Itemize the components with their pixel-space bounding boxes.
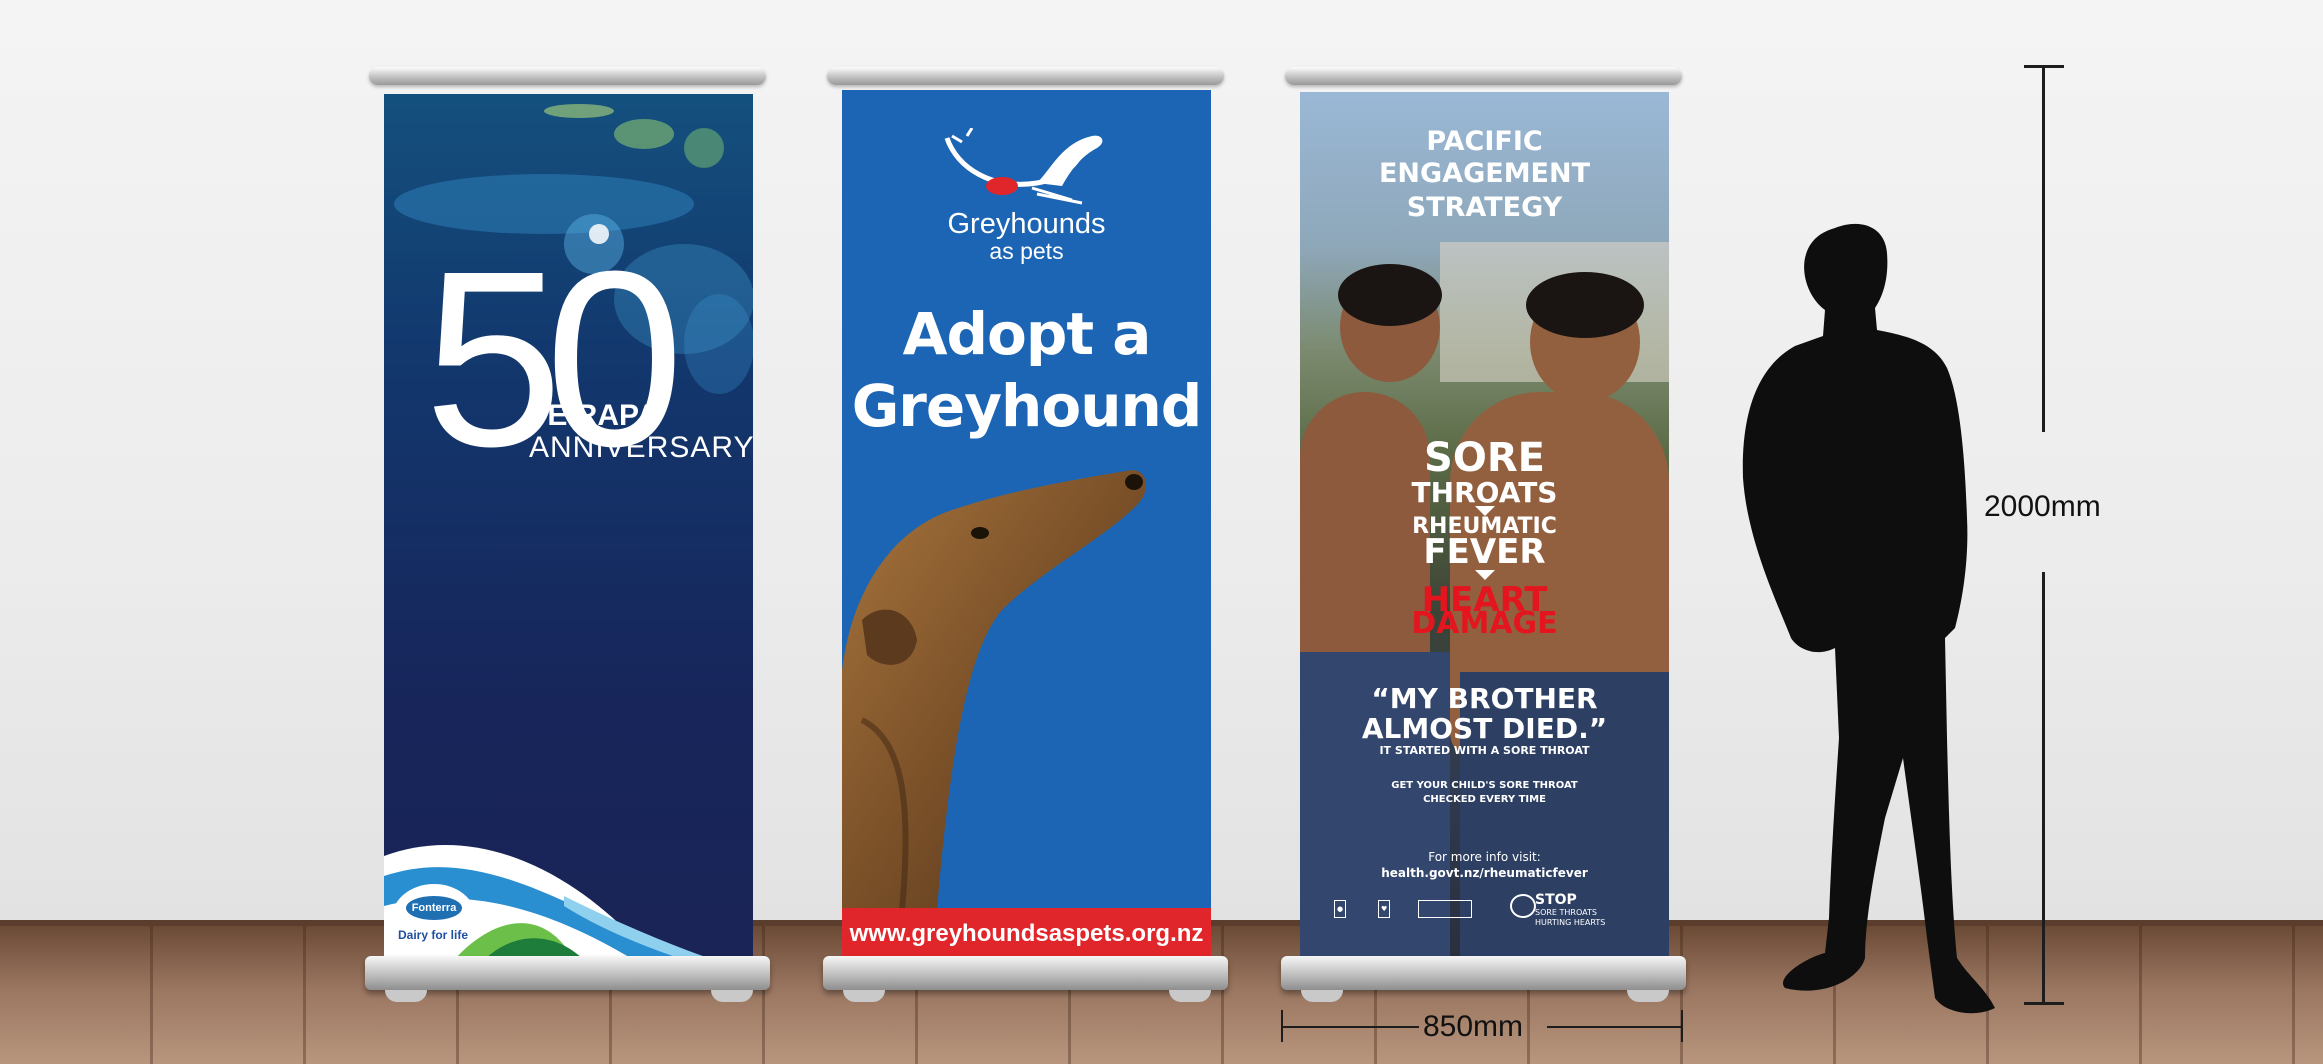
heart-foundation-logo-icon: ♥	[1378, 900, 1391, 918]
person-silhouette	[1742, 223, 1995, 1014]
info-line-1: For more info visit:	[1428, 850, 1541, 864]
banner-fonterra: 50 TE RAPA ANNIVERSARY Fonterra Dairy fo…	[384, 94, 753, 960]
sore-text: SORE	[1424, 435, 1545, 481]
stand-2-base	[823, 956, 1228, 990]
banner-pacific-health: PACIFIC ENGAGEMENT STRATEGY SORE THROATS…	[1300, 92, 1669, 960]
stand-2-foot-left	[843, 990, 885, 1002]
title-line-3: STRATEGY	[1406, 192, 1563, 223]
width-dimension-line-right	[1547, 1026, 1683, 1028]
bokeh-light	[614, 119, 674, 149]
te-rapa-text: TE RAPA	[529, 399, 659, 432]
width-dimension-cap-right	[1681, 1010, 1683, 1042]
width-dimension-line-left	[1281, 1026, 1419, 1028]
stand-3-base	[1281, 956, 1686, 990]
stand-2-foot-right	[1169, 990, 1211, 1002]
stand-1-top-bar	[369, 67, 766, 85]
throats-text: THROATS	[1411, 476, 1558, 509]
stand-1-foot-right	[711, 990, 753, 1002]
stand-3-foot-left	[1301, 990, 1343, 1002]
stop-subtext-1: SORE THROATS	[1535, 908, 1597, 917]
stand-1-foot-left	[385, 990, 427, 1002]
brand-name: Greyhounds	[947, 208, 1106, 240]
stand-1-base	[365, 956, 770, 990]
boy-right-hair	[1526, 272, 1644, 338]
banner-greyhound: Greyhounds as pets Adopt a Greyhound www…	[842, 90, 1211, 960]
anniversary-text: ANNIVERSARY	[529, 431, 753, 464]
check-line-2: CHECKED EVERY TIME	[1423, 794, 1546, 805]
title-line-2: ENGAGEMENT	[1378, 158, 1591, 189]
stand-2-top-bar	[827, 67, 1224, 85]
bokeh-light	[544, 104, 614, 118]
greyhound-logo-icon	[944, 128, 1103, 205]
headline-line-2: Greyhound	[851, 372, 1203, 440]
stop-text: STOP	[1535, 892, 1577, 908]
sponsor-logo-1: ●	[1334, 900, 1347, 918]
quote-line-1: “MY BROTHER	[1371, 682, 1598, 715]
website-url: www.greyhoundsaspets.org.nz	[849, 920, 1204, 947]
brand-subtitle: as pets	[989, 238, 1064, 264]
height-dimension-line-bottom	[2042, 572, 2045, 1004]
check-line-1: GET YOUR CHILD'S SORE THROAT	[1391, 780, 1578, 791]
height-dimension-line-top	[2042, 66, 2045, 432]
fever-text: FEVER	[1423, 532, 1546, 572]
title-line-1: PACIFIC	[1426, 126, 1543, 157]
stand-3-foot-right	[1627, 990, 1669, 1002]
height-dimension-cap-bottom	[2024, 1002, 2064, 1005]
headline-line-1: Adopt a	[902, 300, 1152, 368]
fonterra-logo-word: Fonterra	[406, 896, 462, 920]
stop-subtext-2: HURTING HEARTS	[1535, 918, 1606, 927]
stand-3-top-bar	[1285, 67, 1682, 85]
greyhound-photo	[842, 470, 1147, 910]
bokeh-light	[684, 128, 724, 168]
info-url: health.govt.nz/rheumaticfever	[1381, 866, 1588, 880]
quote-subtitle: IT STARTED WITH A SORE THROAT	[1379, 744, 1590, 757]
boy-left-hair	[1338, 264, 1442, 326]
ministry-of-health-logo-icon	[1418, 900, 1472, 918]
width-dimension-label: 850mm	[1423, 1010, 1524, 1043]
height-dimension-cap-top	[2024, 65, 2064, 68]
quote-line-2: ALMOST DIED.”	[1361, 712, 1608, 745]
fonterra-tagline: Dairy for life	[398, 928, 469, 942]
height-dimension-label: 2000mm	[1984, 490, 2101, 523]
bokeh-light	[684, 294, 753, 394]
damage-text: DAMAGE	[1411, 606, 1558, 641]
stop-heart-icon	[1510, 894, 1536, 918]
width-dimension-cap-left	[1281, 1010, 1283, 1042]
down-arrow-icon	[1475, 570, 1495, 580]
